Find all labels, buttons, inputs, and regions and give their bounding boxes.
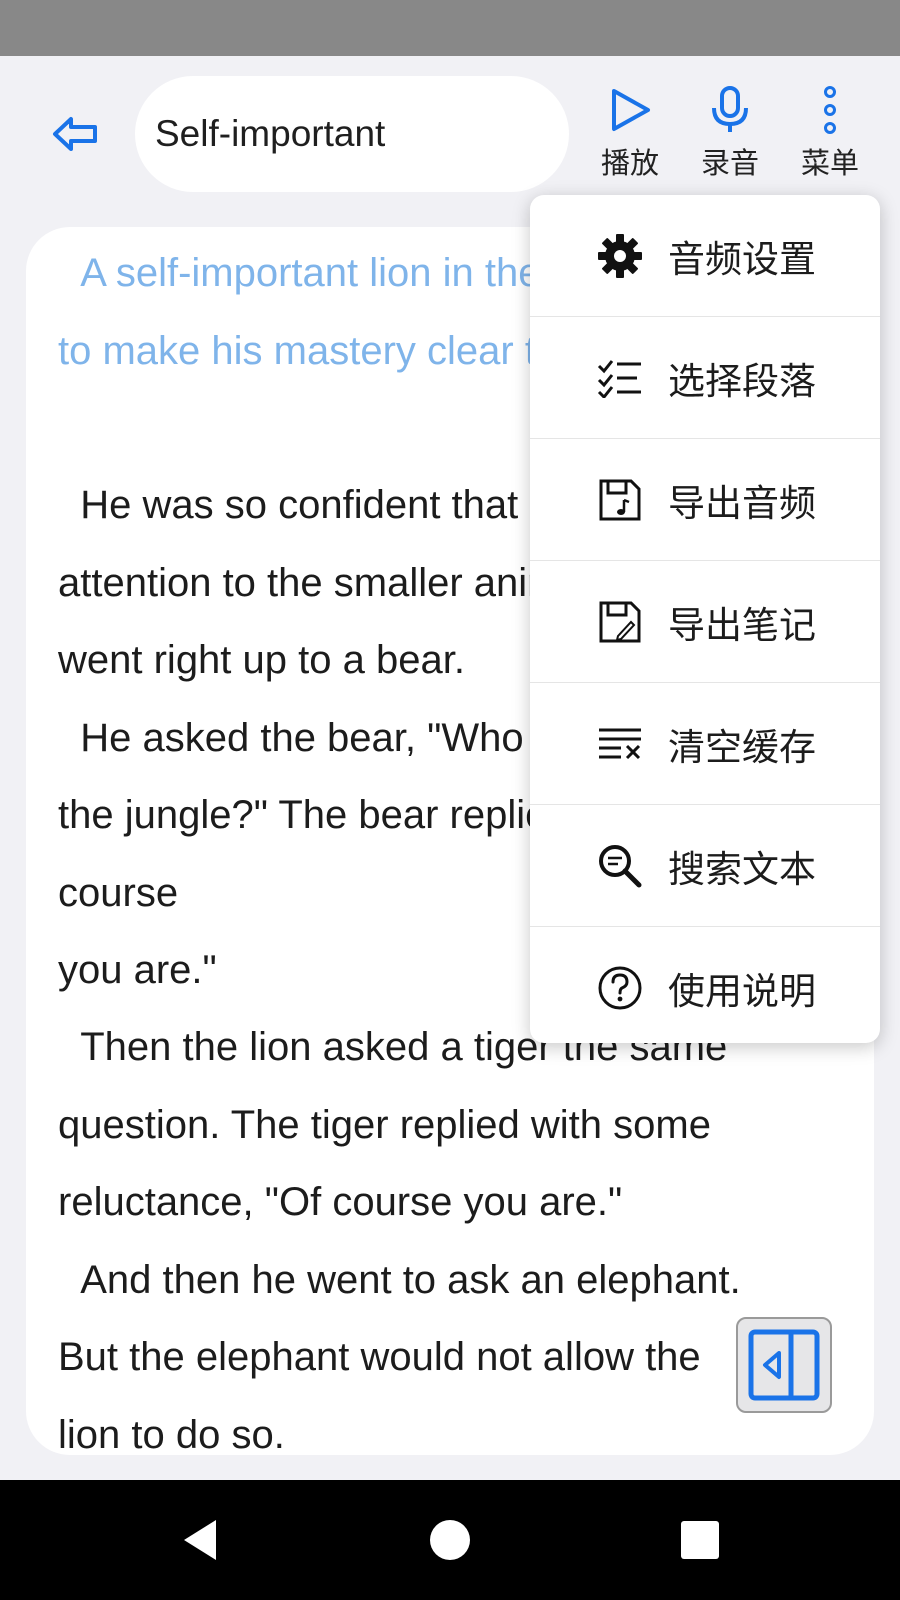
overflow-menu: 音频设置 选择段落 导出音频 导出笔记 清空缓存 搜索文本 使用说明 [530,195,880,1043]
panel-toggle-button[interactable] [736,1317,832,1413]
more-vertical-icon [824,86,836,134]
save-note-icon [596,598,644,646]
menu-item-label: 导出音频 [668,481,816,525]
nav-home-icon [430,1520,470,1560]
menu-button[interactable]: 菜单 [790,86,870,186]
nav-back-icon [184,1520,216,1560]
microphone-icon [712,86,748,132]
system-nav-bar [0,1480,900,1600]
back-arrow-icon [53,117,97,151]
menu-item-search-text[interactable]: 搜索文本 [530,804,880,926]
play-label: 播放 [600,146,659,180]
play-button[interactable]: 播放 [590,86,670,186]
play-icon [612,89,650,131]
nav-back-button[interactable] [170,1510,230,1570]
menu-item-label: 选择段落 [668,359,816,403]
menu-item-export-audio[interactable]: 导出音频 [530,438,880,560]
menu-item-select-paragraph[interactable]: 选择段落 [530,316,880,438]
menu-item-export-notes[interactable]: 导出笔记 [530,560,880,682]
nav-home-button[interactable] [420,1510,480,1570]
top-bar: Self-important 播放 录音 菜单 [0,56,900,206]
menu-item-label: 使用说明 [668,969,816,1013]
help-icon [596,964,644,1012]
menu-item-help[interactable]: 使用说明 [530,926,880,1048]
record-button[interactable]: 录音 [690,86,770,186]
menu-item-label: 音频设置 [668,237,816,281]
back-button[interactable] [48,106,104,162]
clear-cache-icon [596,720,644,768]
collapse-panel-icon [748,1329,820,1401]
menu-item-clear-cache[interactable]: 清空缓存 [530,682,880,804]
paragraph[interactable]: Then the lion asked a tiger the same que… [58,1009,848,1455]
status-bar [0,0,900,56]
save-audio-icon [596,476,644,524]
page-title: Self-important [155,113,386,154]
menu-item-label: 搜索文本 [668,847,816,891]
menu-label: 菜单 [800,146,859,180]
record-label: 录音 [700,146,759,180]
nav-recents-icon [681,1521,719,1559]
menu-item-label: 清空缓存 [668,725,816,769]
menu-item-audio-settings[interactable]: 音频设置 [530,195,880,316]
gear-icon [596,232,644,280]
checklist-icon [596,354,644,402]
nav-recents-button[interactable] [670,1510,730,1570]
menu-item-label: 导出笔记 [668,603,816,647]
search-text-icon [596,842,644,890]
title-field[interactable]: Self-important [135,76,569,192]
